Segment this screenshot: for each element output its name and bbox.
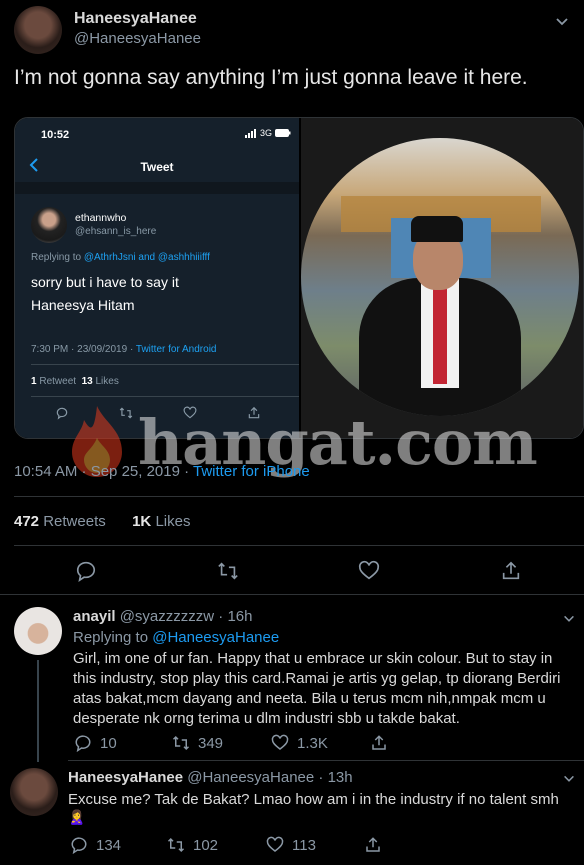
reply2-more-icon[interactable] — [562, 772, 576, 786]
reply1-reply-action[interactable]: 10 — [74, 734, 117, 752]
reply1-replying-prefix: Replying to — [73, 629, 153, 646]
main-tweet-text: I’m not gonna say anything I’m just gonn… — [14, 66, 528, 89]
likes-stat[interactable]: 1K Likes — [132, 513, 190, 530]
like-icon[interactable] — [358, 560, 380, 582]
embedded-divider-2 — [31, 396, 299, 397]
likes-label: Likes — [155, 513, 191, 530]
reply1-like-action[interactable]: 1.3K — [271, 734, 328, 752]
embedded-stats: 1 Retweet 13 Likes — [31, 376, 119, 387]
tweet-media[interactable]: 10:52 3G Tweet ethannwho @ehsann_is_here… — [14, 117, 584, 439]
reply1-more-icon[interactable] — [562, 612, 576, 626]
reply2-name[interactable]: HaneesyaHanee — [68, 769, 183, 786]
reply2-time[interactable]: · 13h — [314, 769, 352, 786]
retweets-label: Retweets — [43, 513, 106, 530]
embedded-meta-time: 7:30 PM · 23/09/2019 · — [31, 344, 136, 355]
reply1-like-count: 1.3K — [297, 734, 328, 752]
reply1-header: anayil @syazzzzzzw · 16h — [73, 608, 252, 625]
more-options-icon[interactable] — [554, 14, 570, 30]
battery-icon — [275, 129, 291, 137]
reply2-reply-count: 134 — [96, 836, 122, 854]
embedded-author-handle: @ehsann_is_here — [75, 226, 157, 237]
nav-divider — [15, 182, 299, 194]
reply1-retweet-icon — [172, 735, 190, 751]
reply2-text: Excuse me? Tak de Bakat? Lmao how am i i… — [68, 791, 559, 808]
reply1-replying-line: Replying to @HaneesyaHanee — [73, 629, 279, 646]
reply1-reply-icon — [75, 735, 91, 752]
embedded-replying-to: @AthrhJsni and @ashhhiiifff — [83, 252, 210, 263]
reply2-retweet-count: 102 — [193, 836, 219, 854]
embedded-replying-prefix: Replying to — [31, 252, 84, 263]
reply-icon[interactable] — [75, 560, 97, 582]
embedded-author-name: ethannwho — [75, 212, 127, 224]
reply2-reply-icon — [71, 837, 87, 854]
reply1-reply-count: 10 — [100, 734, 117, 752]
tweet-timestamp[interactable]: 10:54 AM · Sep 25, 2019 · — [14, 463, 193, 480]
network-label: 3G — [260, 128, 273, 138]
reply2-retweet-icon — [167, 837, 185, 853]
nav-title: Tweet — [140, 160, 174, 174]
reply1-time[interactable]: · 16h — [214, 608, 252, 625]
reply2-like-icon — [266, 836, 284, 852]
reply2-like-count: 113 — [292, 836, 316, 854]
reply1-name[interactable]: anayil — [73, 608, 116, 625]
status-time: 10:52 — [41, 129, 70, 141]
embedded-retweets-count: 1 — [31, 376, 37, 387]
photo-person-hat — [411, 216, 463, 242]
reply2-handle[interactable]: @HaneesyaHanee — [187, 769, 314, 786]
graduation-photo — [301, 118, 583, 438]
photo-person-tie — [433, 284, 447, 384]
likes-count: 1K — [132, 513, 152, 530]
reply1-text: Girl, im one of ur fan. Happy that u emb… — [73, 650, 561, 727]
divider-3 — [0, 594, 584, 595]
embedded-text-line2: Haneesya Hitam — [31, 297, 135, 313]
main-author-name[interactable]: HaneesyaHanee — [74, 10, 197, 28]
divider-1 — [14, 496, 584, 497]
reply1-like-icon — [271, 734, 289, 750]
retweets-count: 472 — [14, 513, 40, 530]
embedded-meta-line: 7:30 PM · 23/09/2019 · Twitter for Andro… — [31, 344, 216, 355]
main-author-avatar[interactable] — [14, 6, 62, 54]
reply2-reply-action[interactable]: 134 — [70, 836, 121, 854]
reply2-header: HaneesyaHanee @HaneesyaHanee · 13h — [68, 769, 353, 786]
reply2-retweet-action[interactable]: 102 — [167, 836, 218, 854]
embedded-text-line1: sorry but i have to say it — [31, 274, 179, 290]
divider-4 — [68, 760, 584, 761]
embedded-replying-line: Replying to @AthrhJsni and @ashhhiiifff — [31, 252, 210, 263]
share-icon[interactable] — [500, 560, 522, 582]
thread-line — [37, 660, 39, 762]
embedded-likes-count: 13 — [81, 376, 93, 387]
tweet-stats: 472 Retweets 1K Likes — [14, 513, 190, 530]
divider-2 — [14, 545, 584, 546]
reply1-retweet-action[interactable]: 349 — [172, 734, 223, 752]
reply2-share-icon[interactable] — [364, 836, 382, 854]
reply1-handle[interactable]: @syazzzzzzw — [120, 608, 214, 625]
tweet-timestamp-line: 10:54 AM · Sep 25, 2019 · Twitter for iP… — [14, 463, 310, 480]
reply2-emoji: 🙎‍♀️ — [68, 809, 86, 825]
reply1-avatar[interactable] — [14, 607, 62, 655]
reply1-retweet-count: 349 — [198, 734, 224, 752]
retweets-stat[interactable]: 472 Retweets — [14, 513, 106, 530]
embedded-retweets-label: Retweet — [39, 376, 77, 387]
main-author-handle[interactable]: @HaneesyaHanee — [74, 30, 201, 47]
embedded-meta-source: Twitter for Android — [135, 344, 217, 355]
reply2-avatar[interactable] — [10, 768, 58, 816]
reply2-like-action[interactable]: 113 — [266, 836, 316, 854]
retweet-icon[interactable] — [217, 560, 239, 582]
reply1-replying-to[interactable]: @HaneesyaHanee — [152, 629, 279, 646]
photo-circle — [301, 138, 579, 416]
status-bar-indicators: 3G — [245, 128, 291, 138]
embedded-screenshot: 10:52 3G Tweet ethannwho @ehsann_is_here… — [15, 118, 299, 438]
tweet-source[interactable]: Twitter for iPhone — [193, 463, 310, 480]
reply1-share-icon[interactable] — [370, 734, 388, 752]
embedded-divider — [31, 364, 299, 365]
embedded-author-avatar — [31, 207, 67, 243]
embedded-likes-label: Likes — [95, 376, 119, 387]
